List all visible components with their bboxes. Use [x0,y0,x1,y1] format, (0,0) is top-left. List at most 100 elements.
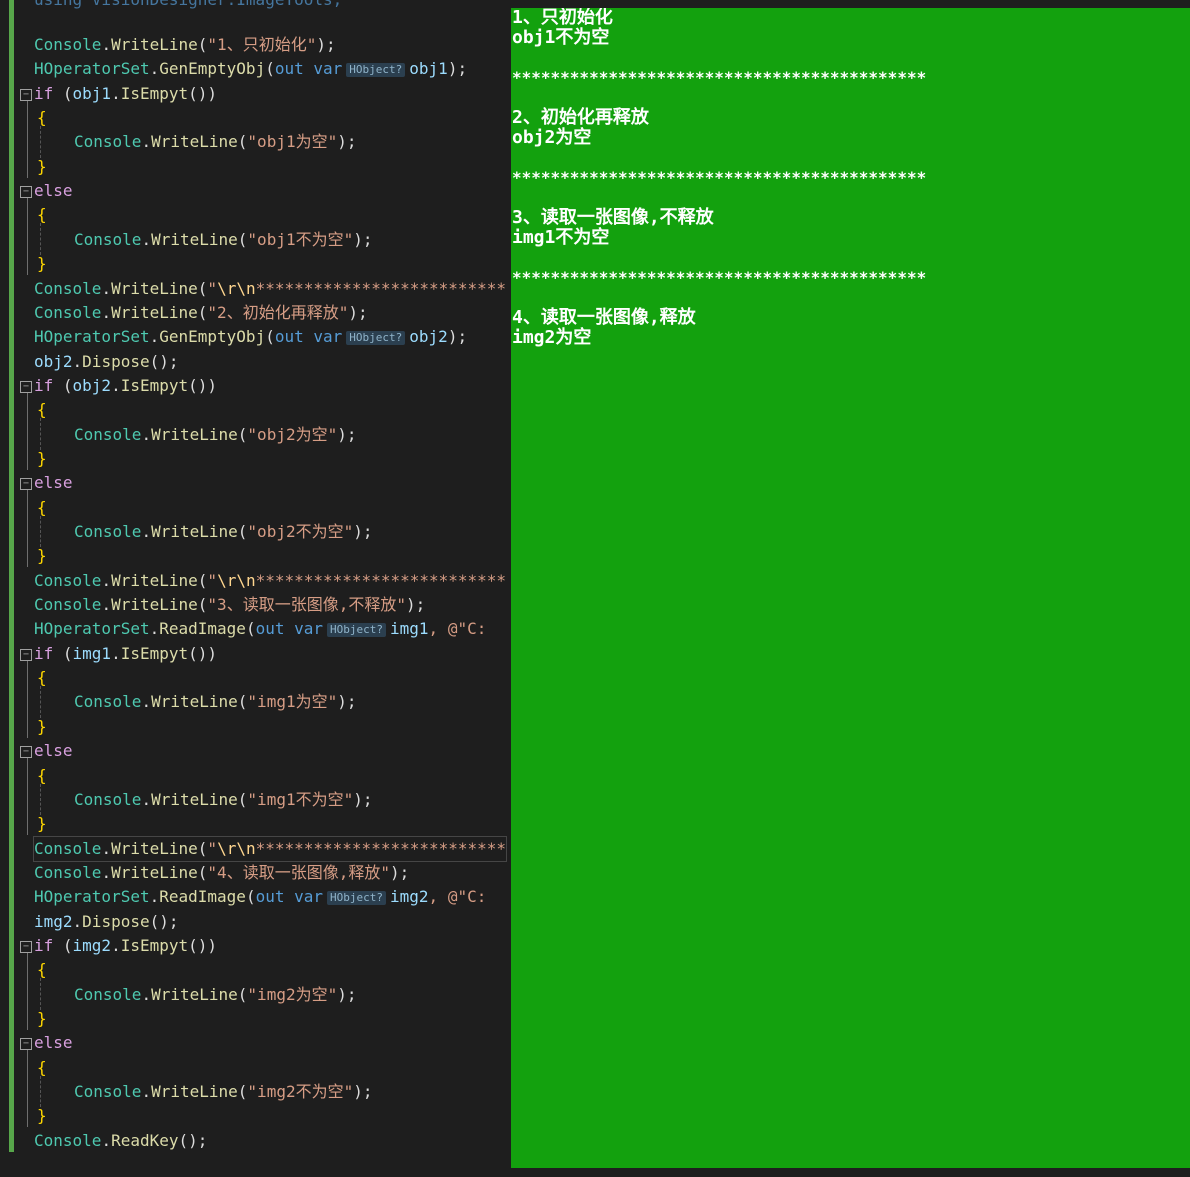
code-line[interactable]: } [37,155,47,179]
class-name: HOperatorSet [34,619,150,639]
code-editor[interactable]: using VisionDesigner.ImageTools; Console… [0,0,511,1177]
fold-toggle-icon[interactable]: − [20,1038,32,1051]
code-line[interactable]: Console.WriteLine("obj1为空"); [74,130,357,154]
code-line[interactable]: Console.WriteLine("img1不为空"); [74,788,373,812]
fold-toggle-icon[interactable]: − [20,186,32,199]
code-line[interactable]: HOperatorSet.GenEmptyObj(out var HObject?… [34,325,467,349]
console-output-window: 1、只初始化 obj1不为空 ***************************… [511,8,1190,1168]
code-line[interactable]: if (obj1.IsEmpyt()) [34,82,217,106]
indent-guide [40,978,41,1010]
punctuation: ( [197,278,208,298]
method-name: WriteLine [151,424,238,444]
code-line[interactable]: { [37,496,47,520]
code-line[interactable]: } [37,544,47,568]
class-name: HOperatorSet [34,59,150,79]
punctuation: ); [353,1082,373,1102]
code-line[interactable]: Console.WriteLine("\r\n*****************… [34,277,506,301]
code-line[interactable]: { [37,398,47,422]
class-name: HOperatorSet [34,327,150,347]
punctuation: . [101,35,112,54]
code-line[interactable]: HOperatorSet.ReadImage(out var HObject? im… [34,885,486,909]
keyword-if: if [34,643,54,663]
code-line[interactable]: Console.WriteLine("3、读取一张图像,不释放"); [34,593,425,617]
code-line[interactable]: if (img2.IsEmpyt()) [34,934,217,958]
code-line[interactable]: Console.WriteLine("img2为空"); [74,983,357,1007]
code-line[interactable]: } [37,812,47,836]
code-line[interactable]: Console.WriteLine("\r\n*****************… [32,835,508,862]
code-line[interactable]: if (img1.IsEmpyt()) [34,642,217,666]
code-line[interactable]: Console.WriteLine("obj1不为空"); [74,228,373,252]
code-line[interactable]: { [37,958,47,982]
variable-name: img2 [34,911,73,931]
console-output-line: img1不为空 [512,227,610,248]
punctuation: ( [245,887,256,907]
code-line[interactable]: Console.WriteLine("4、读取一张图像,释放"); [34,861,409,885]
punctuation: ); [337,132,357,152]
code-line[interactable]: else [34,471,73,495]
fold-toggle-icon[interactable]: − [20,380,32,393]
code-line-partial: using VisionDesigner.ImageTools; [34,0,342,12]
code-line[interactable]: else [34,739,73,763]
code-line[interactable]: HOperatorSet.ReadImage(out var HObject? im… [34,617,486,641]
code-line[interactable]: Console.ReadKey(); [34,1129,207,1153]
console-output-line: 3、读取一张图像,不释放 [512,207,714,228]
fold-toggle-icon[interactable]: − [20,88,32,101]
fold-toggle-icon[interactable]: − [20,940,32,953]
code-line[interactable]: { [37,764,47,788]
code-line[interactable]: else [34,179,73,203]
brace: } [37,156,47,176]
code-line[interactable]: Console.WriteLine("\r\n*****************… [34,569,506,593]
code-line[interactable]: } [37,1007,47,1031]
code-line[interactable]: Console.WriteLine("img2不为空"); [74,1080,373,1104]
fold-toggle-icon[interactable]: − [20,478,32,491]
fold-toggle-icon[interactable]: − [20,648,32,661]
class-name: Console [74,1082,142,1102]
method-name: ReadImage [159,887,246,907]
class-name: Console [34,302,102,322]
method-name: GenEmptyObj [159,59,266,79]
code-line[interactable]: HOperatorSet.GenEmptyObj(out var HObject?… [34,57,467,81]
code-line[interactable]: } [37,447,47,471]
console-separator-line: ****************************************… [512,168,927,187]
class-name: Console [34,1130,102,1150]
punctuation: (); [149,911,179,931]
indent-guide [40,1075,41,1108]
method-name: WriteLine [111,862,198,882]
code-line[interactable]: Console.WriteLine("2、初始化再释放"); [34,301,368,325]
code-line[interactable]: if (obj2.IsEmpyt()) [34,374,217,398]
class-name: Console [34,570,102,590]
punctuation: . [141,424,152,444]
punctuation: . [149,59,160,79]
code-line[interactable]: { [37,1056,47,1080]
punctuation: ( [53,83,73,103]
code-line[interactable]: { [37,203,47,227]
type-inlay-hint: HObject? [327,890,387,905]
class-name: Console [34,838,102,858]
string-literal: ************************** [255,838,507,858]
punctuation: ( [237,229,248,249]
method-name: WriteLine [111,838,198,858]
code-line[interactable]: Console.WriteLine("1、只初始化"); [34,33,336,57]
code-line[interactable]: } [37,1104,47,1128]
string-literal: "4、读取一张图像,释放" [207,862,390,882]
code-line[interactable]: Console.WriteLine("obj2为空"); [74,423,357,447]
code-line[interactable]: obj2.Dispose(); [34,350,179,374]
fold-toggle-icon[interactable]: − [20,746,32,759]
punctuation: ()) [188,375,218,395]
code-line[interactable]: } [37,252,47,276]
code-line[interactable]: { [37,666,47,690]
punctuation: . [101,570,112,590]
code-line[interactable]: Console.WriteLine("obj2不为空"); [74,520,373,544]
code-line[interactable]: else [34,1031,73,1055]
brace: { [37,1057,47,1077]
code-line[interactable]: { [37,106,47,130]
code-line[interactable]: } [37,715,47,739]
escape-sequence: \r\n [217,278,256,298]
type-inlay-hint: HObject? [327,622,387,637]
fold-guide-line [27,660,28,738]
keyword-else: else [34,1033,73,1053]
code-line[interactable]: Console.WriteLine("img1为空"); [74,690,357,714]
code-line[interactable]: img2.Dispose(); [34,910,179,934]
punctuation: . [72,351,83,371]
